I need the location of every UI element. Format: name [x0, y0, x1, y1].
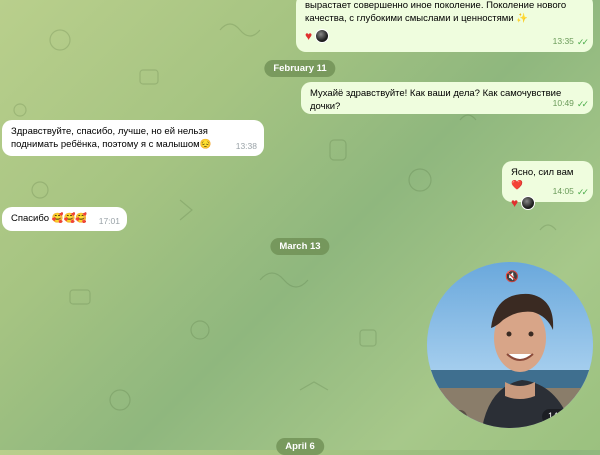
video-message[interactable]: 🔇 00:43 14:11 ✓✓ [427, 262, 593, 428]
muted-speaker-icon[interactable]: 🔇 [499, 268, 525, 285]
date-separator: March 13 [270, 238, 330, 255]
reactor-avatar [521, 195, 536, 210]
video-thumbnail [427, 262, 593, 428]
message-time: 14:05 [552, 186, 574, 197]
message-bubble-outgoing[interactable]: Ясно, сил вам ❤️ ♥ 14:05 ✓✓ [502, 161, 593, 210]
message-bubble-outgoing[interactable]: вырастает совершенно иное поколение. Пок… [296, 0, 593, 52]
video-meta: 14:11 ✓✓ [542, 409, 588, 424]
message-time: 10:49 [552, 98, 574, 109]
message-time: 14:11 [548, 411, 570, 421]
heart-reaction-icon: ♥ [511, 195, 519, 210]
message-bubble-incoming[interactable]: Спасибо 🥰🥰🥰 17:01 [2, 207, 127, 231]
message-bubble-outgoing[interactable]: Мухайё здравствуйте! Как ваши дела? Как … [301, 82, 593, 114]
message-text: Здравствуйте, спасибо, лучше, но ей нель… [11, 126, 212, 150]
message-meta: 10:49 ✓✓ [552, 98, 589, 110]
reactor-avatar [315, 28, 330, 43]
date-separator: April 6 [276, 438, 324, 455]
double-check-icon: ✓✓ [576, 98, 589, 109]
message-text: Мухайё здравствуйте! Как ваши дела? Как … [310, 88, 562, 112]
reactions[interactable]: ♥ [305, 28, 585, 43]
message-meta: 13:38 [236, 141, 257, 152]
message-time: 13:35 [552, 36, 574, 47]
message-meta: 14:05 ✓✓ [552, 186, 589, 198]
message-time: 13:38 [235, 140, 257, 151]
message-meta: 17:01 [99, 216, 120, 227]
double-check-icon: ✓✓ [576, 36, 589, 47]
message-time: 17:01 [98, 215, 120, 226]
double-check-icon: ✓✓ [572, 411, 585, 421]
date-separator: February 11 [264, 60, 336, 77]
message-text: вырастает совершенно иное поколение. Пок… [305, 0, 567, 24]
double-check-icon: ✓✓ [576, 186, 589, 197]
video-duration: 00:43 [432, 410, 467, 424]
message-bubble-incoming[interactable]: Здравствуйте, спасибо, лучше, но ей нель… [2, 120, 264, 156]
heart-reaction-icon: ♥ [305, 28, 313, 43]
message-text: Спасибо 🥰🥰🥰 [11, 213, 88, 224]
message-meta: 13:35 ✓✓ [552, 36, 589, 48]
